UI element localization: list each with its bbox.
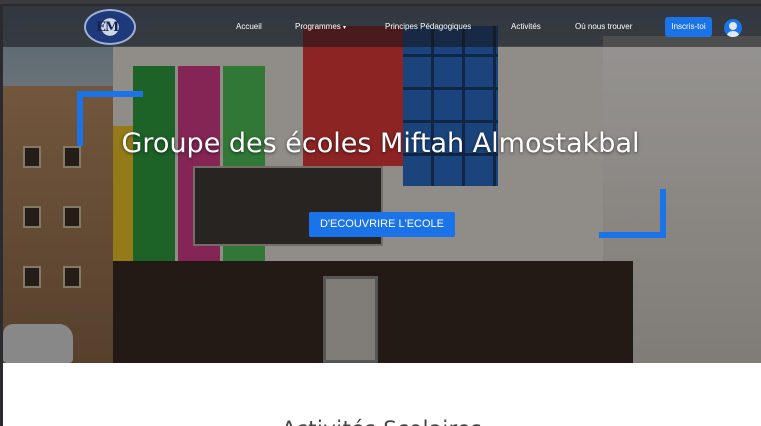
- activities-section: Activités Scolaires: [3, 363, 761, 426]
- nav-item-programmes[interactable]: Programmes ▾: [295, 22, 346, 31]
- hero-title: Groupe des écoles Miftah Almostakbal: [121, 128, 640, 159]
- nav-item-ou-nous-trouver[interactable]: Où nous trouver: [575, 22, 632, 31]
- window-top-border: [0, 0, 761, 4]
- decorative-bracket-bottom-right: [599, 189, 666, 238]
- browser-viewport: EM Accueil Programmes ▾ Principes Pédago…: [0, 0, 761, 426]
- top-navbar: EM: [3, 6, 761, 47]
- chevron-down-icon: ▾: [343, 25, 347, 31]
- hero-section: [3, 6, 761, 363]
- user-icon[interactable]: [724, 19, 742, 37]
- section-title: Activités Scolaires: [3, 417, 761, 426]
- nav-item-accueil[interactable]: Accueil: [236, 22, 262, 31]
- logo-icon[interactable]: EM: [84, 9, 136, 45]
- nav-item-programmes-label: Programmes: [295, 22, 341, 31]
- nav-item-principes-pedagogiques[interactable]: Principes Pédagogiques: [385, 22, 471, 31]
- discover-school-button[interactable]: D'ECOUVRIRE L'ECOLE: [309, 212, 455, 237]
- nav-item-activites[interactable]: Activités: [511, 22, 541, 31]
- signup-button[interactable]: Inscris-toi: [665, 17, 712, 37]
